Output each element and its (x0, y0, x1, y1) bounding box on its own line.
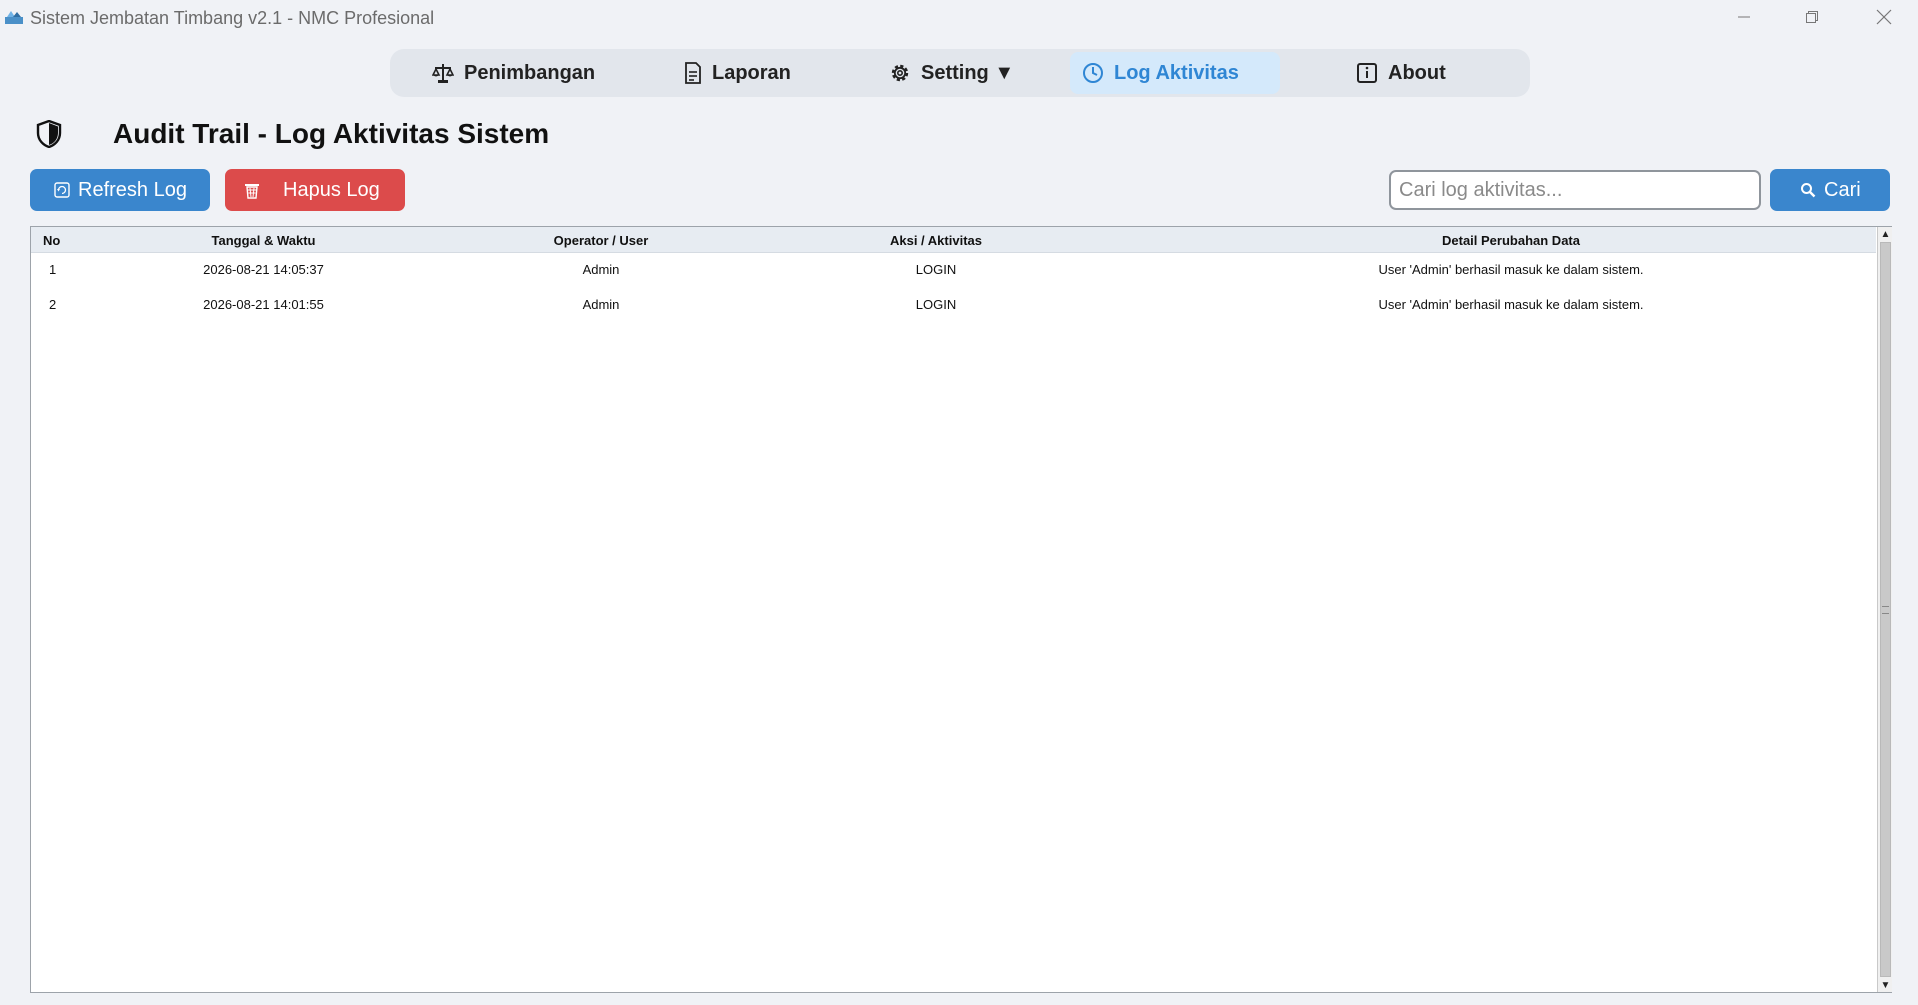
nav-item-penimbangan[interactable]: Penimbangan (420, 52, 607, 94)
nav-label-penimbangan: Penimbangan (464, 61, 596, 84)
cell-no: 1 (49, 262, 57, 277)
nav-label-laporan: Laporan (712, 61, 791, 84)
gear-icon (891, 64, 909, 82)
header-no[interactable]: No (35, 233, 79, 248)
table-row[interactable]: 2 2026-08-21 14:01:55 Admin LOGIN User '… (31, 288, 1876, 323)
clock-icon (1083, 63, 1103, 83)
table-row[interactable]: 1 2026-08-21 14:05:37 Admin LOGIN User '… (31, 253, 1876, 288)
nav-item-laporan[interactable]: Laporan (672, 52, 803, 94)
log-table[interactable]: No Tanggal & Waktu Operator / User Aksi … (30, 226, 1892, 993)
search-input[interactable] (1389, 170, 1761, 210)
nav-item-log-aktivitas[interactable]: Log Aktivitas (1070, 52, 1280, 94)
cell-operator: Admin (582, 262, 620, 277)
app-logo-icon (5, 11, 23, 24)
header-tanggal-waktu[interactable]: Tanggal & Waktu (131, 233, 396, 248)
scroll-down-arrow-icon[interactable]: ▼ (1878, 978, 1893, 992)
hapus-log-label: Hapus Log (283, 178, 380, 201)
window-title: Sistem Jembatan Timbang v2.1 - NMC Profe… (30, 8, 435, 28)
cell-aksi: LOGIN (915, 262, 957, 277)
header-aksi-aktivitas[interactable]: Aksi / Aktivitas (801, 233, 1071, 248)
trash-icon (245, 184, 259, 199)
header-detail-perubahan[interactable]: Detail Perubahan Data (1131, 233, 1891, 248)
hapus-log-button[interactable]: Hapus Log (225, 169, 405, 211)
minimize-button[interactable] (1710, 0, 1778, 34)
header-operator-user[interactable]: Operator / User (451, 233, 751, 248)
title-bar: Sistem Jembatan Timbang v2.1 - NMC Profe… (0, 0, 1918, 36)
nav-label-log-aktivitas: Log Aktivitas (1114, 61, 1239, 84)
refresh-log-button[interactable]: Refresh Log (30, 169, 210, 211)
close-icon (1876, 9, 1892, 25)
cell-detail: User 'Admin' berhasil masuk ke dalam sis… (1378, 262, 1644, 277)
close-button[interactable] (1850, 0, 1918, 34)
cell-detail: User 'Admin' berhasil masuk ke dalam sis… (1378, 297, 1644, 312)
scroll-thumb[interactable] (1880, 242, 1891, 977)
scroll-up-arrow-icon[interactable]: ▲ (1878, 227, 1893, 241)
document-icon (685, 62, 701, 84)
refresh-log-label: Refresh Log (78, 178, 187, 201)
page-title: Audit Trail - Log Aktivitas Sistem (113, 118, 550, 149)
nav-label-setting: Setting ▼ (921, 61, 1015, 84)
nav-item-about[interactable]: About (1344, 52, 1458, 94)
scale-icon (432, 64, 454, 83)
minimize-icon (1738, 16, 1750, 18)
restore-button[interactable] (1778, 0, 1846, 34)
grip-icon (1882, 606, 1889, 614)
table-header: No Tanggal & Waktu Operator / User Aksi … (31, 227, 1876, 253)
vertical-scrollbar[interactable]: ▲ ▼ (1877, 227, 1892, 992)
cari-label: Cari (1824, 178, 1861, 201)
nav-item-setting[interactable]: Setting ▼ (877, 52, 1026, 94)
restore-icon (1806, 11, 1818, 23)
cari-button[interactable]: Cari (1770, 169, 1890, 211)
cell-tanggal-waktu: 2026-08-21 14:01:55 (203, 297, 324, 312)
info-icon (1357, 63, 1377, 83)
shield-icon (36, 120, 62, 148)
search-icon (1801, 183, 1816, 198)
cell-no: 2 (49, 297, 57, 312)
refresh-icon (54, 182, 70, 198)
cell-operator: Admin (582, 297, 620, 312)
cell-aksi: LOGIN (915, 297, 957, 312)
main-nav: Penimbangan Laporan Setting ▼ Log Aktivi… (390, 49, 1530, 97)
cell-tanggal-waktu: 2026-08-21 14:05:37 (203, 262, 324, 277)
nav-label-about: About (1388, 61, 1446, 84)
